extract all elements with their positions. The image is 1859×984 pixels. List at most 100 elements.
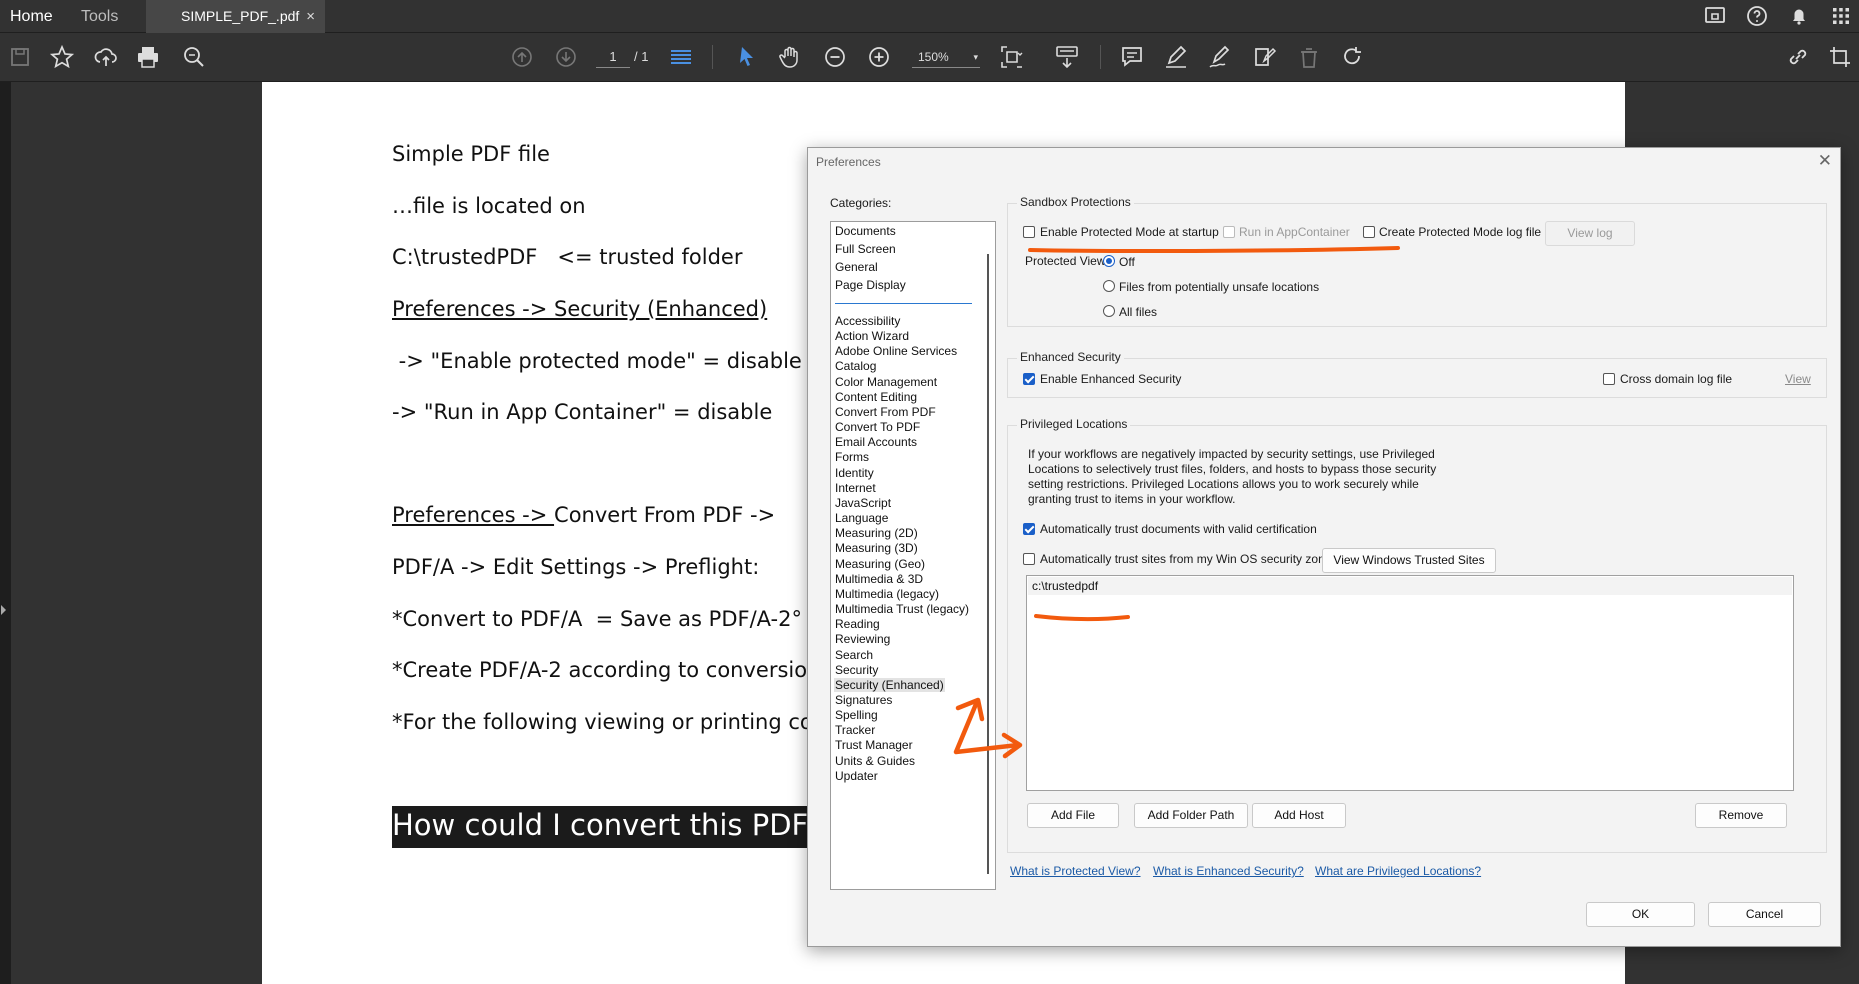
category-item[interactable]: Forms	[835, 450, 869, 464]
keyboard-scroll-icon[interactable]	[1053, 43, 1081, 71]
enable-protected-mode-checkbox[interactable]	[1023, 226, 1035, 238]
add-file-button[interactable]: Add File	[1027, 803, 1119, 828]
print-icon[interactable]	[134, 43, 162, 71]
categories-list[interactable]: Documents Full Screen General Page Displ…	[830, 221, 996, 890]
link-icon[interactable]	[1784, 43, 1812, 71]
tab-home[interactable]: Home	[10, 0, 53, 33]
document-tab[interactable]: SIMPLE_PDF_.pdf ×	[146, 0, 325, 33]
close-icon[interactable]: ✕	[1818, 151, 1832, 171]
zoom-in-icon[interactable]	[865, 43, 893, 71]
help-icon[interactable]	[1745, 4, 1769, 28]
category-item[interactable]: Adobe Online Services	[835, 344, 957, 358]
zoom-level-select[interactable]: 150% ▾	[912, 46, 980, 68]
app-tab-bar: Home Tools SIMPLE_PDF_.pdf ×	[0, 0, 1859, 33]
category-item[interactable]: Signatures	[835, 693, 892, 707]
category-item[interactable]: Identity	[835, 466, 874, 480]
protected-view-unsafe-radio[interactable]	[1103, 280, 1115, 292]
category-item[interactable]: JavaScript	[835, 496, 891, 510]
category-item[interactable]: Convert To PDF	[835, 420, 920, 434]
category-item[interactable]: Content Editing	[835, 390, 917, 404]
category-item[interactable]: Trust Manager	[835, 738, 913, 752]
what-are-privileged-locations-link[interactable]: What are Privileged Locations?	[1315, 864, 1481, 878]
view-windows-trusted-sites-button[interactable]: View Windows Trusted Sites	[1322, 548, 1496, 573]
category-item[interactable]: Multimedia Trust (legacy)	[835, 602, 969, 616]
search-icon[interactable]	[180, 43, 208, 71]
document-tab-name: SIMPLE_PDF_.pdf	[181, 8, 300, 24]
category-item[interactable]: Documents	[835, 224, 896, 238]
redo-icon[interactable]	[1338, 43, 1366, 71]
category-item[interactable]: Internet	[835, 481, 876, 495]
page-number-input[interactable]: 1	[596, 46, 630, 68]
page-down-icon[interactable]	[552, 43, 580, 71]
category-item[interactable]: Email Accounts	[835, 435, 917, 449]
category-item[interactable]: Accessibility	[835, 314, 900, 328]
category-item-selected[interactable]: Security (Enhanced)	[834, 677, 945, 692]
share-screen-icon[interactable]	[1703, 4, 1727, 28]
protected-view-label: Protected View	[1025, 254, 1106, 268]
enable-enhanced-security-checkbox[interactable]	[1023, 373, 1035, 385]
crop-icon[interactable]	[1826, 43, 1854, 71]
auto-trust-sites-label: Automatically trust sites from my Win OS…	[1040, 552, 1338, 566]
add-host-button[interactable]: Add Host	[1252, 803, 1346, 828]
what-is-enhanced-security-link[interactable]: What is Enhanced Security?	[1153, 864, 1304, 878]
comment-icon[interactable]	[1118, 43, 1146, 71]
privileged-paths-list[interactable]: c:\trustedpdf	[1026, 575, 1794, 791]
category-item[interactable]: Multimedia (legacy)	[835, 587, 939, 601]
category-item[interactable]: Tracker	[835, 723, 875, 737]
remove-button[interactable]: Remove	[1695, 803, 1787, 828]
zoom-out-icon[interactable]	[821, 43, 849, 71]
view-cross-domain-link[interactable]: View	[1785, 372, 1811, 386]
star-icon[interactable]	[48, 43, 76, 71]
run-in-appcontainer-checkbox[interactable]	[1223, 226, 1235, 238]
category-item[interactable]: Measuring (Geo)	[835, 557, 925, 571]
add-folder-path-button[interactable]: Add Folder Path	[1134, 803, 1248, 828]
stamp-icon[interactable]	[1250, 43, 1278, 71]
page-up-icon[interactable]	[508, 43, 536, 71]
view-log-button[interactable]: View log	[1545, 221, 1635, 246]
category-item[interactable]: Catalog	[835, 359, 876, 373]
category-item[interactable]: Color Management	[835, 375, 937, 389]
ok-button[interactable]: OK	[1586, 902, 1695, 927]
auto-trust-cert-checkbox[interactable]	[1023, 523, 1035, 535]
expand-panel-icon[interactable]	[1, 605, 6, 615]
category-item[interactable]: Security	[835, 663, 878, 677]
apps-icon[interactable]	[1829, 4, 1853, 28]
bell-icon[interactable]	[1787, 4, 1811, 28]
category-item[interactable]: Units & Guides	[835, 754, 915, 768]
category-item[interactable]: Reviewing	[835, 632, 890, 646]
sign-icon[interactable]	[1206, 43, 1234, 71]
upload-icon[interactable]	[92, 43, 120, 71]
categories-scrollbar[interactable]	[987, 254, 989, 874]
category-item[interactable]: Updater	[835, 769, 878, 783]
doc-line: *Create PDF/A-2 according to conversion	[392, 658, 821, 682]
category-item[interactable]: Action Wizard	[835, 329, 909, 343]
trash-icon[interactable]	[1295, 43, 1323, 71]
hand-icon[interactable]	[776, 43, 804, 71]
category-item[interactable]: General	[835, 260, 878, 274]
privileged-path-row[interactable]: c:\trustedpdf	[1028, 577, 1792, 595]
category-item[interactable]: Reading	[835, 617, 880, 631]
category-item[interactable]: Search	[835, 648, 873, 662]
category-item[interactable]: Language	[835, 511, 888, 525]
create-log-checkbox[interactable]	[1363, 226, 1375, 238]
select-arrow-icon[interactable]	[733, 43, 761, 71]
highlight-icon[interactable]	[1162, 43, 1190, 71]
tab-tools[interactable]: Tools	[81, 0, 118, 33]
category-item[interactable]: Multimedia & 3D	[835, 572, 923, 586]
protected-view-all-radio[interactable]	[1103, 305, 1115, 317]
what-is-protected-view-link[interactable]: What is Protected View?	[1010, 864, 1141, 878]
cross-domain-log-checkbox[interactable]	[1603, 373, 1615, 385]
category-item[interactable]: Measuring (3D)	[835, 541, 918, 555]
scroll-mode-icon[interactable]	[667, 43, 695, 71]
category-item[interactable]: Measuring (2D)	[835, 526, 918, 540]
protected-view-off-radio[interactable]	[1103, 255, 1115, 267]
category-item[interactable]: Spelling	[835, 708, 878, 722]
cancel-button[interactable]: Cancel	[1708, 902, 1821, 927]
save-icon[interactable]	[6, 43, 34, 71]
auto-trust-sites-checkbox[interactable]	[1023, 553, 1035, 565]
page-fit-icon[interactable]	[998, 43, 1026, 71]
category-item[interactable]: Convert From PDF	[835, 405, 936, 419]
document-tab-close-icon[interactable]: ×	[306, 0, 315, 33]
category-item[interactable]: Full Screen	[835, 242, 896, 256]
category-item[interactable]: Page Display	[835, 278, 906, 292]
